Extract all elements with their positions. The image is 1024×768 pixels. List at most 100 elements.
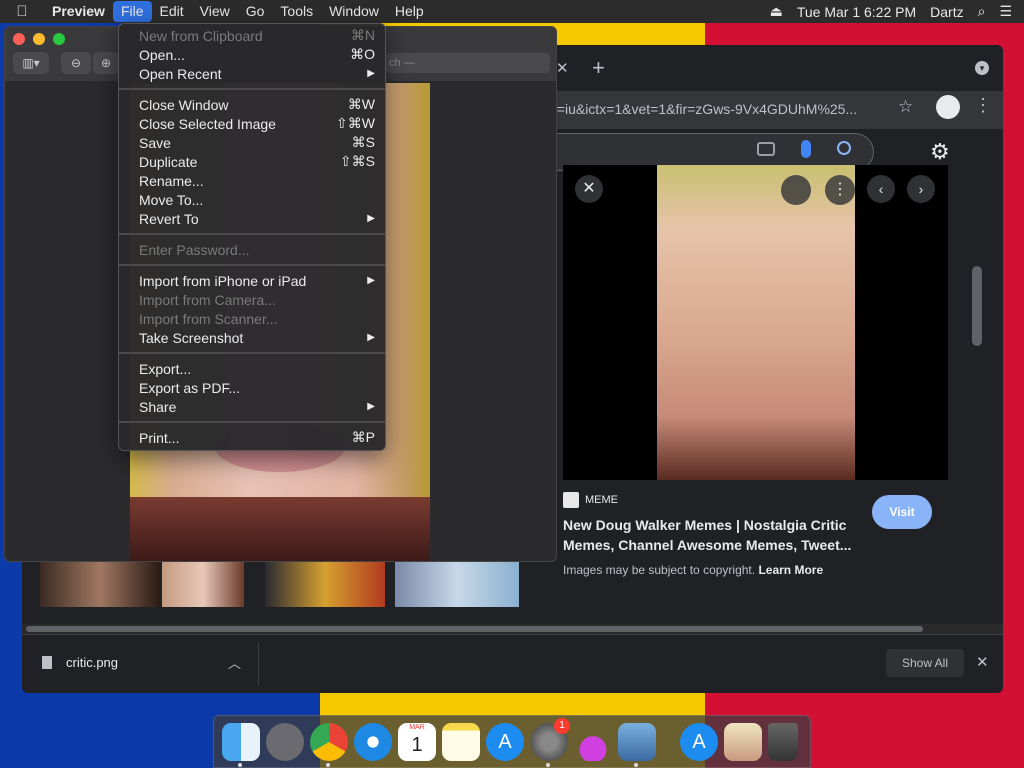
browser-menu-icon[interactable]: ⋮ <box>974 95 992 116</box>
potion-app-icon[interactable] <box>574 723 612 761</box>
new-tab-icon[interactable]: + <box>592 55 605 81</box>
menu-help[interactable]: Help <box>387 0 432 23</box>
menu-separator <box>119 228 385 240</box>
app-store-download-icon[interactable]: A <box>680 723 718 761</box>
thumbnail-strip <box>40 562 520 607</box>
spotlight-icon[interactable]: ⌕ <box>978 3 986 20</box>
copyright-text: Images may be subject to copyright. <box>563 563 756 577</box>
menu-separator <box>119 83 385 95</box>
preview-app-icon[interactable] <box>618 723 656 761</box>
menu-item-close-selected-image[interactable]: Close Selected Image ⇧⌘W <box>119 114 385 133</box>
menu-item-save[interactable]: Save ⌘S <box>119 133 385 152</box>
result-image[interactable] <box>657 165 855 480</box>
calendar-day: 1 <box>411 734 423 756</box>
window-close-button[interactable] <box>13 33 25 45</box>
download-close-icon[interactable]: ✕ <box>976 653 989 671</box>
launchpad-icon[interactable] <box>266 723 304 761</box>
safari-icon[interactable] <box>354 723 392 761</box>
mic-icon[interactable] <box>801 140 811 158</box>
menu-app-name[interactable]: Preview <box>44 0 113 23</box>
critic-image-icon[interactable] <box>724 723 762 761</box>
gear-icon[interactable]: ⚙ <box>930 139 950 165</box>
zoom-out-icon[interactable]: ⊖ <box>61 52 91 74</box>
menu-tools[interactable]: Tools <box>272 0 321 23</box>
menu-item-open-recent[interactable]: Open Recent ▶ <box>119 64 385 83</box>
visit-button[interactable]: Visit <box>872 495 932 529</box>
menu-window[interactable]: Window <box>321 0 387 23</box>
menu-item-print[interactable]: Print... ⌘P <box>119 428 385 447</box>
menu-item-enter-password: Enter Password... <box>139 241 250 258</box>
app-store-icon[interactable]: A <box>486 723 524 761</box>
learn-more-link[interactable]: Learn More <box>758 563 823 577</box>
notification-badge: 1 <box>554 718 570 734</box>
menu-bar:  Preview File Edit View Go Tools Window… <box>0 0 1024 23</box>
download-bar: critic.png ︿ Show All ✕ <box>22 634 1003 693</box>
window-zoom-button[interactable] <box>53 33 65 45</box>
horizontal-scrollbar[interactable] <box>22 624 1003 634</box>
menu-item-revert-to[interactable]: Revert To ▶ <box>119 209 385 228</box>
menu-item-rename[interactable]: Rename... <box>119 171 385 190</box>
address-bar[interactable]: ce=iu&ictx=1&vet=1&fir=zGws-9Vx4GDUhM%25… <box>542 95 942 123</box>
menu-item-share[interactable]: Share ▶ <box>119 397 385 416</box>
menu-go[interactable]: Go <box>238 0 273 23</box>
bookmark-star-icon[interactable]: ☆ <box>898 97 913 117</box>
apple-icon[interactable]:  <box>0 3 44 20</box>
thumbnail-2[interactable] <box>162 562 244 607</box>
window-minimize-button[interactable] <box>33 33 45 45</box>
source-name: MEME <box>585 494 618 506</box>
menu-item-open[interactable]: Open... ⌘O <box>119 45 385 64</box>
menu-item-close-window[interactable]: Close Window ⌘W <box>119 95 385 114</box>
submenu-arrow-icon: ▶ <box>367 68 375 79</box>
thumbnail-3[interactable] <box>265 562 385 607</box>
copyright-notice: Images may be subject to copyright. Lear… <box>563 563 823 577</box>
calendar-icon[interactable]: MAR 1 <box>398 723 436 761</box>
tab-search-icon[interactable]: ▾ <box>975 61 989 75</box>
search-icon[interactable] <box>837 141 851 155</box>
menu-file[interactable]: File <box>112 1 152 22</box>
user-name[interactable]: Dartz <box>930 4 963 20</box>
running-indicator <box>326 763 330 767</box>
result-source[interactable]: MEME <box>563 491 863 509</box>
show-all-button[interactable]: Show All <box>886 649 964 677</box>
trash-icon[interactable] <box>768 723 798 761</box>
lens-icon[interactable] <box>781 175 811 205</box>
more-icon[interactable]: ⋮ <box>825 175 855 205</box>
download-item[interactable]: critic.png <box>42 655 118 670</box>
chevron-up-icon[interactable]: ︿ <box>228 653 241 672</box>
menu-item-import-scanner: Import from Scanner... <box>139 310 278 327</box>
menu-item-duplicate[interactable]: Duplicate ⇧⌘S <box>119 152 385 171</box>
profile-icon[interactable] <box>936 95 960 119</box>
menu-edit[interactable]: Edit <box>152 0 192 23</box>
menu-separator <box>119 347 385 359</box>
close-icon[interactable]: ✕ <box>575 175 603 203</box>
chevron-right-icon[interactable]: › <box>907 175 935 203</box>
chrome-icon[interactable] <box>310 723 348 761</box>
menu-separator <box>119 416 385 428</box>
menu-item-take-screenshot[interactable]: Take Screenshot ▶ <box>119 328 385 347</box>
clock[interactable]: Tue Mar 1 6:22 PM <box>797 4 916 20</box>
menu-item-import-camera: Import from Camera... <box>139 291 276 308</box>
finder-icon[interactable] <box>222 723 260 761</box>
menu-separator <box>119 259 385 271</box>
camera-icon[interactable] <box>757 142 775 156</box>
page-scrollbar[interactable] <box>972 266 982 346</box>
chevron-left-icon[interactable]: ‹ <box>867 175 895 203</box>
thumbnail-1[interactable] <box>40 562 160 607</box>
control-center-icon[interactable]: ☰ <box>999 3 1012 20</box>
result-title[interactable]: New Doug Walker Memes | Nostalgia Critic… <box>563 515 863 555</box>
eject-icon[interactable]: ⏏ <box>770 3 783 20</box>
sidebar-toggle-icon[interactable]: ▥▾ <box>13 52 49 74</box>
menu-item-export-pdf[interactable]: Export as PDF... <box>119 378 385 397</box>
zoom-in-icon[interactable]: ⊕ <box>93 52 119 74</box>
tab-close-icon[interactable]: ✕ <box>556 59 569 77</box>
menu-view[interactable]: View <box>192 0 238 23</box>
calendar-month: MAR <box>409 724 425 731</box>
preview-search-input[interactable]: ch — <box>385 53 550 73</box>
notes-icon[interactable] <box>442 723 480 761</box>
horizontal-scroll-thumb[interactable] <box>26 626 923 632</box>
menu-item-move-to[interactable]: Move To... <box>119 190 385 209</box>
menu-item-import-iphone[interactable]: Import from iPhone or iPad ▶ <box>119 271 385 290</box>
thumbnail-4[interactable] <box>395 562 519 607</box>
submenu-arrow-icon: ▶ <box>367 401 375 412</box>
menu-item-export[interactable]: Export... <box>119 359 385 378</box>
